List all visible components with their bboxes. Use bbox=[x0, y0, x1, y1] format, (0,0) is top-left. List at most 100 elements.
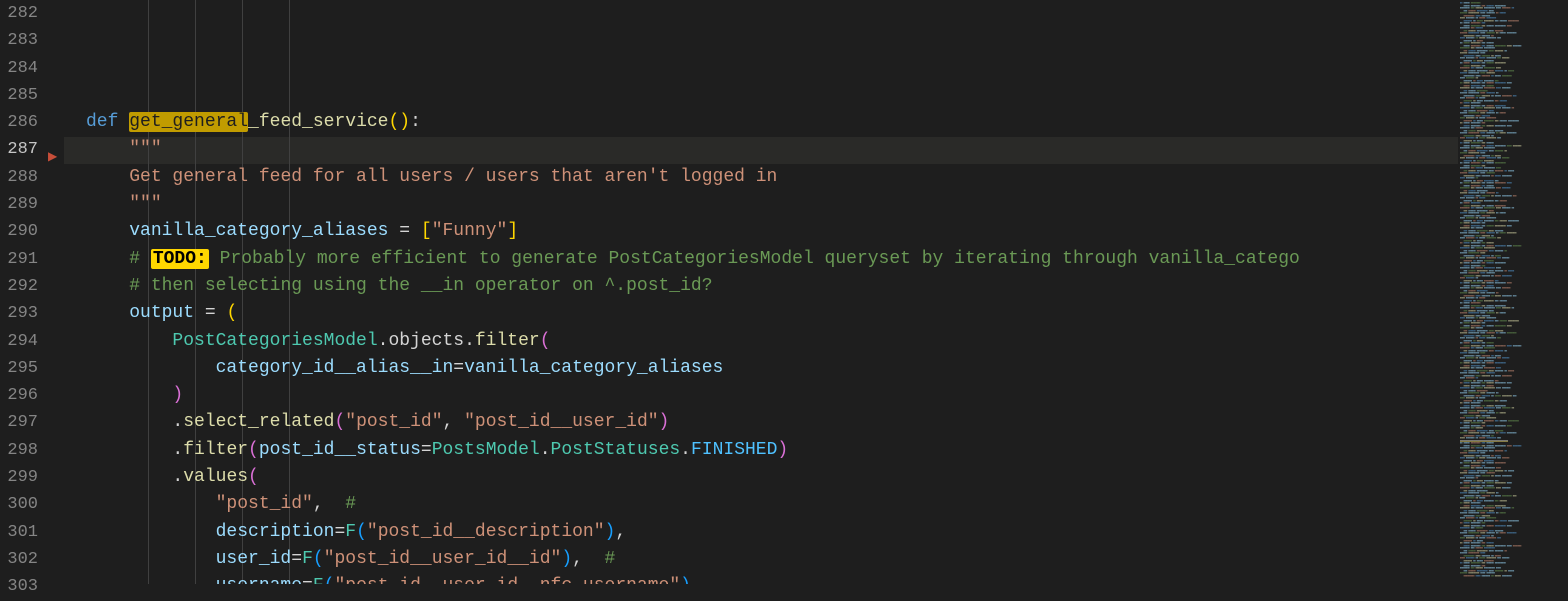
code-line[interactable]: """ bbox=[86, 191, 1458, 218]
code-line[interactable]: description=F("post_id__description"), bbox=[86, 519, 1458, 546]
line-number[interactable]: 291 bbox=[0, 246, 42, 273]
code-token: description bbox=[216, 522, 335, 542]
code-token: [ bbox=[421, 221, 432, 241]
line-number[interactable]: 294 bbox=[0, 328, 42, 355]
code-token: filter bbox=[475, 331, 540, 351]
code-token: ( bbox=[356, 522, 367, 542]
code-token: ) bbox=[172, 385, 183, 405]
fold-gutter[interactable]: ▶ bbox=[46, 0, 64, 584]
code-token: ( bbox=[313, 549, 324, 569]
code-token: ) bbox=[605, 522, 616, 542]
code-line[interactable]: user_id=F("post_id__user_id__id"), # bbox=[86, 546, 1458, 573]
code-line[interactable]: .filter(post_id__status=PostsModel.PostS… bbox=[86, 437, 1458, 464]
code-line[interactable]: .values( bbox=[86, 464, 1458, 491]
code-token: "post_id__description" bbox=[367, 522, 605, 542]
code-line[interactable]: """ bbox=[86, 136, 1458, 163]
line-number[interactable]: 284 bbox=[0, 55, 42, 82]
line-number[interactable]: 290 bbox=[0, 218, 42, 245]
code-editor[interactable]: 2822832842852862872882892902912922932942… bbox=[0, 0, 1568, 584]
code-line[interactable]: ) bbox=[86, 382, 1458, 409]
code-token: = bbox=[302, 576, 313, 584]
code-token: , bbox=[313, 494, 345, 514]
code-line[interactable]: "post_id", # bbox=[86, 491, 1458, 518]
code-token: , bbox=[615, 522, 626, 542]
code-token: , bbox=[691, 576, 702, 584]
code-token: ) bbox=[659, 412, 670, 432]
code-token: vanilla_category_aliases bbox=[464, 358, 723, 378]
line-number[interactable]: 286 bbox=[0, 109, 42, 136]
code-token: TODO: bbox=[151, 249, 209, 269]
code-token: filter bbox=[183, 440, 248, 460]
line-number[interactable]: 295 bbox=[0, 355, 42, 382]
code-token: FINISHED bbox=[691, 440, 777, 460]
minimap-content: ██ █████ ████████ █████ ████████ ███ ███… bbox=[1460, 2, 1566, 577]
line-number[interactable]: 288 bbox=[0, 164, 42, 191]
line-number[interactable]: 301 bbox=[0, 519, 42, 546]
code-line[interactable]: username=F("post_id__user_id__nfc_userna… bbox=[86, 573, 1458, 584]
code-token: select_related bbox=[183, 412, 334, 432]
line-number[interactable]: 285 bbox=[0, 82, 42, 109]
code-token: ) bbox=[777, 440, 788, 460]
code-token: F bbox=[302, 549, 313, 569]
line-number-gutter[interactable]: 2822832842852862872882892902912922932942… bbox=[0, 0, 46, 584]
code-token: = bbox=[421, 440, 432, 460]
code-token: "Funny" bbox=[432, 221, 508, 241]
code-token: . bbox=[172, 467, 183, 487]
code-token: # bbox=[129, 249, 151, 269]
code-token: def bbox=[86, 112, 129, 132]
code-token: # bbox=[605, 549, 616, 569]
line-number[interactable]: 293 bbox=[0, 300, 42, 327]
code-token: output bbox=[129, 303, 205, 323]
code-token: = bbox=[453, 358, 464, 378]
code-line[interactable]: output = ( bbox=[86, 300, 1458, 327]
code-token: "post_id" bbox=[345, 412, 442, 432]
code-token: ( bbox=[388, 112, 399, 132]
code-line[interactable]: # then selecting using the __in operator… bbox=[86, 273, 1458, 300]
code-token: """ bbox=[129, 194, 161, 214]
code-token: . bbox=[172, 440, 183, 460]
code-token: "post_id" bbox=[216, 494, 313, 514]
line-number[interactable]: 298 bbox=[0, 437, 42, 464]
code-token: "post_id__user_id__nfc_username" bbox=[334, 576, 680, 584]
code-token: . bbox=[172, 412, 183, 432]
code-token: , bbox=[443, 412, 465, 432]
code-token: . bbox=[680, 440, 691, 460]
code-token: PostCategoriesModel bbox=[172, 331, 377, 351]
code-line[interactable]: # TODO: Probably more efficient to gener… bbox=[86, 246, 1458, 273]
line-number[interactable]: 287 bbox=[0, 136, 42, 163]
line-number[interactable]: 303 bbox=[0, 573, 42, 600]
code-token: F bbox=[345, 522, 356, 542]
code-line[interactable]: def get_general_feed_service(): bbox=[86, 109, 1458, 136]
code-area[interactable]: def get_general_feed_service(): """ Get … bbox=[64, 0, 1458, 584]
code-line[interactable]: vanilla_category_aliases = ["Funny"] bbox=[86, 218, 1458, 245]
line-number[interactable]: 289 bbox=[0, 191, 42, 218]
code-token: ) bbox=[680, 576, 691, 584]
code-token: : bbox=[410, 112, 421, 132]
code-token: post_id__status bbox=[259, 440, 421, 460]
line-number[interactable]: 302 bbox=[0, 546, 42, 573]
code-token: ) bbox=[561, 549, 572, 569]
code-token: """ bbox=[129, 139, 161, 159]
line-number[interactable]: 297 bbox=[0, 409, 42, 436]
breakpoint-marker-icon[interactable]: ▶ bbox=[48, 144, 57, 171]
code-line[interactable]: PostCategoriesModel.objects.filter( bbox=[86, 328, 1458, 355]
minimap[interactable]: ██ █████ ████████ █████ ████████ ███ ███… bbox=[1458, 0, 1568, 584]
line-number[interactable]: 300 bbox=[0, 491, 42, 518]
code-token: category_id__alias__in bbox=[216, 358, 454, 378]
code-token: Get general feed for all users / users t… bbox=[129, 167, 777, 187]
line-number[interactable]: 282 bbox=[0, 0, 42, 27]
line-number[interactable]: 283 bbox=[0, 27, 42, 54]
code-token: PostsModel bbox=[432, 440, 540, 460]
line-number[interactable]: 296 bbox=[0, 382, 42, 409]
code-token: ( bbox=[540, 331, 551, 351]
code-line[interactable]: category_id__alias__in=vanilla_category_… bbox=[86, 355, 1458, 382]
line-number[interactable]: 292 bbox=[0, 273, 42, 300]
code-token: ( bbox=[248, 467, 259, 487]
code-token: "post_id__user_id" bbox=[464, 412, 658, 432]
code-token: ( bbox=[324, 576, 335, 584]
code-line[interactable]: Get general feed for all users / users t… bbox=[86, 164, 1458, 191]
code-line[interactable]: .select_related("post_id", "post_id__use… bbox=[86, 409, 1458, 436]
code-line[interactable] bbox=[86, 82, 1458, 109]
line-number[interactable]: 299 bbox=[0, 464, 42, 491]
code-token: ) bbox=[399, 112, 410, 132]
